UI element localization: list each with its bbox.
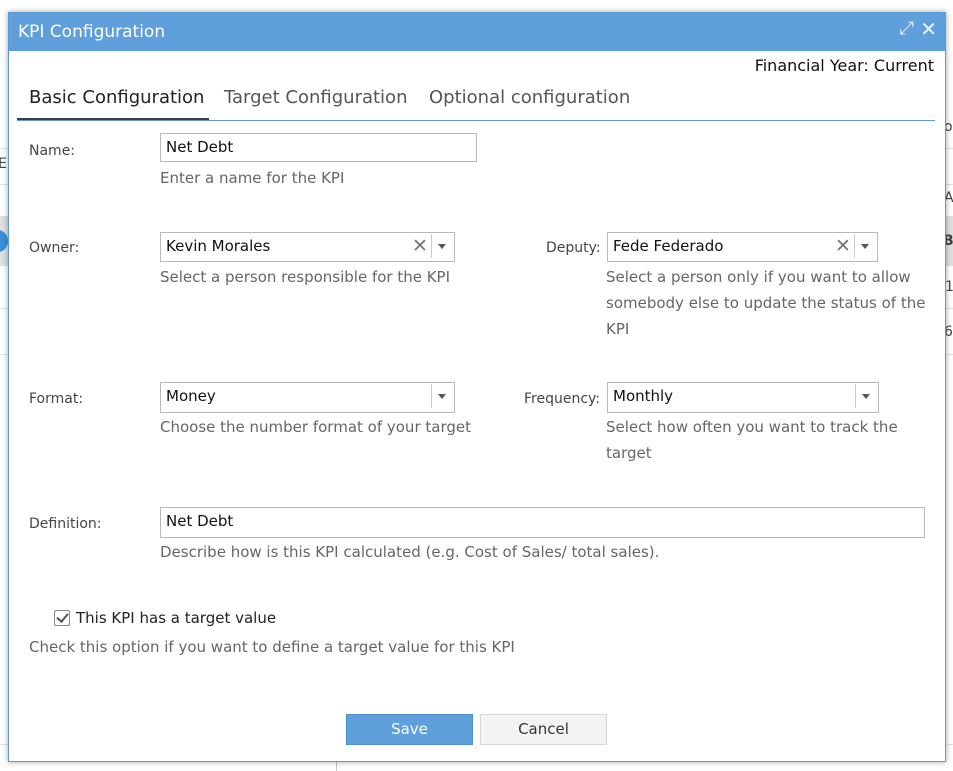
name-input[interactable]: Net Debt	[160, 133, 477, 162]
tab-optional-configuration[interactable]: Optional configuration	[429, 87, 630, 108]
frequency-label: Frequency:	[524, 391, 601, 407]
target-value-checkbox-label[interactable]: This KPI has a target value	[76, 609, 276, 627]
deputy-dropdown-icon[interactable]	[854, 234, 876, 258]
format-label: Format:	[29, 391, 84, 407]
owner-dropdown-icon[interactable]	[431, 234, 453, 258]
bg-text-fragment: 1	[945, 279, 953, 295]
expand-icon[interactable]: ⤢	[900, 18, 914, 39]
deputy-clear-icon[interactable]: ✕	[832, 234, 854, 258]
close-icon[interactable]: ✕	[920, 17, 937, 41]
definition-label: Definition:	[29, 516, 102, 532]
tab-bar: Basic Configuration Target Configuration…	[17, 85, 935, 121]
frequency-hint: Select how often you want to track the t…	[606, 418, 898, 462]
deputy-select[interactable]: Fede Federado ✕	[607, 232, 878, 262]
save-button[interactable]: Save	[346, 714, 473, 745]
target-value-hint: Check this option if you want to define …	[29, 638, 515, 656]
definition-hint: Describe how is this KPI calculated (e.g…	[160, 543, 660, 561]
name-label: Name:	[29, 143, 76, 159]
name-hint: Enter a name for the KPI	[160, 169, 345, 187]
format-select[interactable]: Money	[160, 382, 455, 413]
owner-select[interactable]: Kevin Morales ✕	[160, 232, 455, 262]
format-hint: Choose the number format of your target	[160, 418, 471, 436]
owner-label: Owner:	[29, 240, 80, 256]
tab-target-configuration[interactable]: Target Configuration	[224, 87, 407, 108]
cancel-button[interactable]: Cancel	[480, 714, 607, 745]
definition-input[interactable]: Net Debt	[160, 507, 925, 538]
kpi-configuration-dialog: KPI Configuration ⤢ ✕ Financial Year: Cu…	[8, 12, 946, 762]
target-value-checkbox[interactable]	[54, 610, 70, 626]
dialog-title: KPI Configuration	[18, 22, 166, 42]
frequency-dropdown-icon[interactable]	[855, 384, 877, 408]
format-value: Money	[166, 387, 216, 405]
active-tab-indicator	[17, 118, 209, 120]
deputy-label: Deputy:	[546, 240, 601, 256]
owner-clear-icon[interactable]: ✕	[409, 234, 431, 258]
frequency-select[interactable]: Monthly	[607, 382, 879, 413]
owner-hint: Select a person responsible for the KPI	[160, 268, 451, 286]
tab-basic-configuration[interactable]: Basic Configuration	[29, 87, 204, 108]
dialog-titlebar[interactable]: KPI Configuration ⤢ ✕	[9, 13, 945, 51]
owner-value: Kevin Morales	[166, 237, 271, 255]
deputy-value: Fede Federado	[613, 237, 724, 255]
frequency-value: Monthly	[613, 387, 674, 405]
format-dropdown-icon[interactable]	[431, 384, 453, 408]
deputy-hint: Select a person only if you want to allo…	[606, 268, 926, 338]
financial-year-label: Financial Year: Current	[754, 56, 934, 75]
